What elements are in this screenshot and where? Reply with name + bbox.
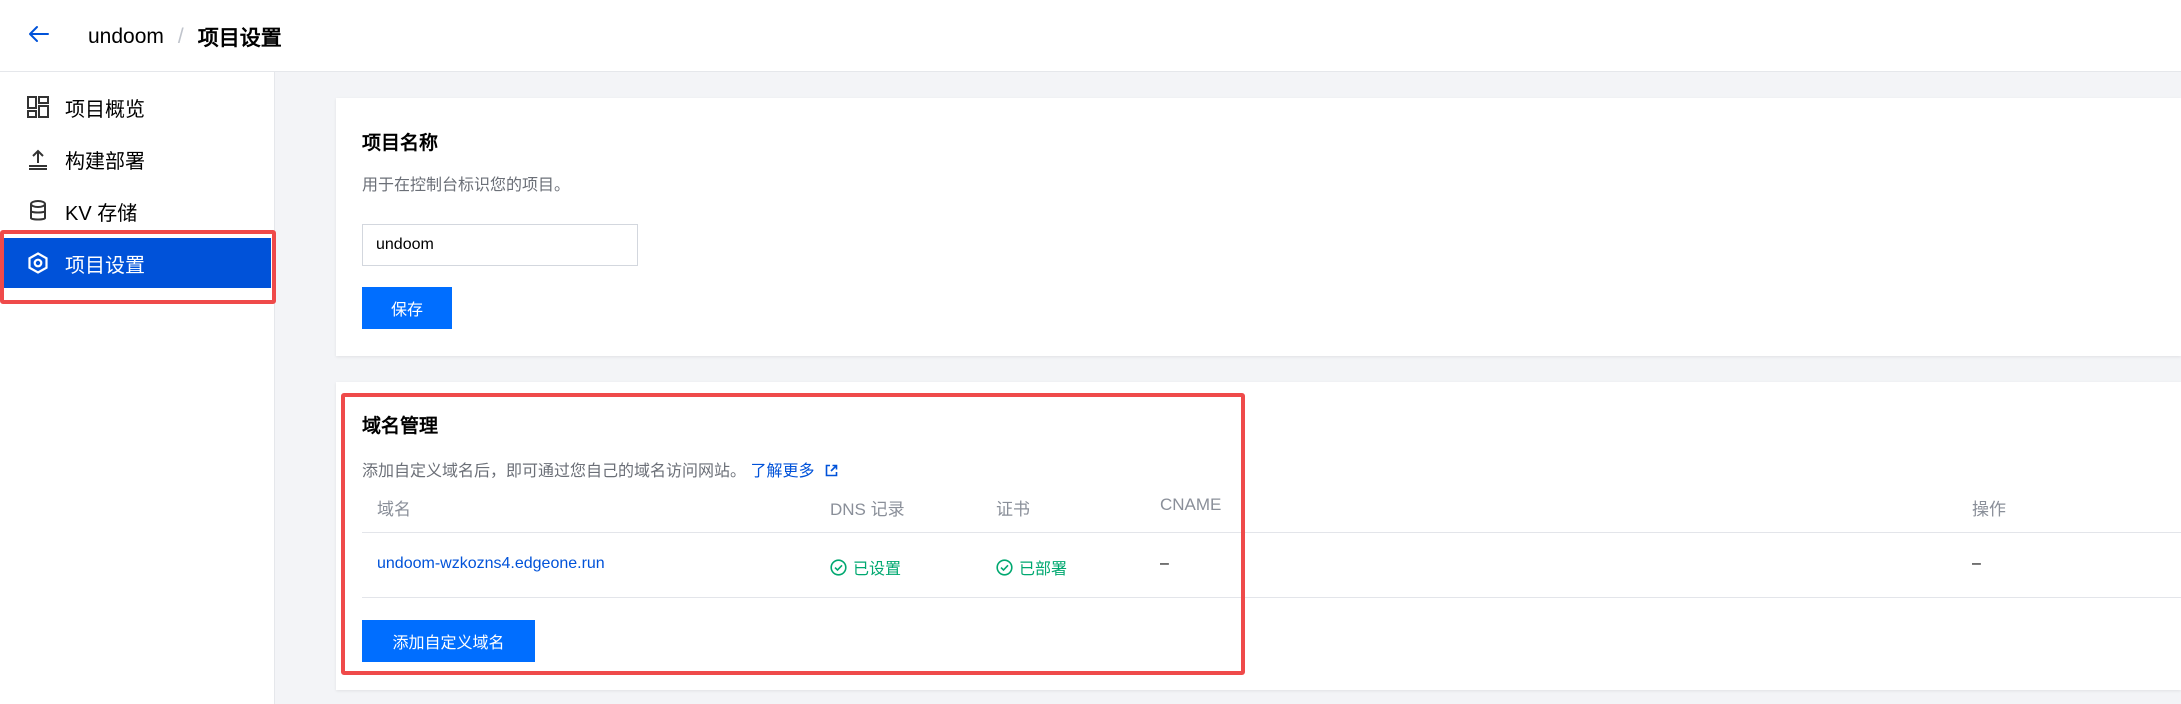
dns-status: 已设置 [830, 555, 901, 579]
action-value: – [1972, 555, 1981, 572]
cert-status: 已部署 [996, 555, 1067, 579]
add-custom-domain-button[interactable]: 添加自定义域名 [362, 620, 535, 662]
sidebar-item-build-deploy[interactable]: 构建部署 [3, 134, 271, 184]
settings-hexagon-icon [27, 252, 49, 274]
domain-description-text: 添加自定义域名后，即可通过您自己的域名访问网站。 [362, 463, 747, 480]
project-name-input[interactable]: undoom [362, 224, 638, 266]
sidebar-item-label: 构建部署 [65, 150, 145, 173]
external-link-icon [825, 464, 838, 477]
save-button[interactable]: 保存 [362, 287, 452, 329]
domain-management-description: 添加自定义域名后，即可通过您自己的域名访问网站。 了解更多 [362, 457, 838, 481]
cname-value: – [1160, 555, 1169, 572]
table-header-divider [362, 532, 2181, 533]
database-icon [27, 200, 49, 222]
sidebar-item-kv-storage[interactable]: KV 存储 [3, 186, 271, 236]
column-header-action: 操作 [1972, 500, 2006, 519]
sidebar: 项目概览 构建部署 KV 存储 项目设置 [0, 72, 275, 704]
sidebar-item-label: 项目概览 [65, 98, 145, 121]
check-circle-icon [830, 558, 847, 576]
breadcrumb-project[interactable]: undoom [88, 25, 164, 49]
domain-management-title: 域名管理 [362, 416, 439, 437]
sidebar-item-overview[interactable]: 项目概览 [3, 82, 271, 132]
breadcrumb: undoom / 项目设置 [88, 22, 282, 52]
project-name-description: 用于在控制台标识您的项目。 [362, 177, 571, 194]
breadcrumb-current: 项目设置 [197, 27, 282, 50]
domain-management-card: 域名管理 添加自定义域名后，即可通过您自己的域名访问网站。 了解更多 域名 DN… [336, 382, 2181, 690]
upload-icon [27, 148, 49, 170]
domain-link[interactable]: undoom-wzkozns4.edgeone.run [377, 555, 605, 573]
column-header-domain: 域名 [377, 500, 411, 519]
dashboard-icon [27, 96, 49, 118]
breadcrumb-separator: / [177, 25, 184, 48]
column-header-cert: 证书 [996, 500, 1030, 519]
back-arrow-icon[interactable] [26, 21, 52, 47]
column-header-dns: DNS 记录 [830, 500, 905, 519]
check-circle-icon [996, 558, 1013, 576]
learn-more-link[interactable]: 了解更多 [750, 463, 838, 480]
project-name-title: 项目名称 [362, 133, 439, 154]
top-header: undoom / 项目设置 [0, 0, 2181, 72]
project-name-card: 项目名称 用于在控制台标识您的项目。 undoom 保存 [336, 98, 2181, 356]
sidebar-item-settings[interactable]: 项目设置 [3, 238, 271, 288]
table-row-divider [362, 597, 2181, 598]
sidebar-item-label: KV 存储 [65, 202, 138, 225]
column-header-cname: CNAME [1160, 495, 1222, 514]
sidebar-item-label: 项目设置 [65, 254, 145, 277]
